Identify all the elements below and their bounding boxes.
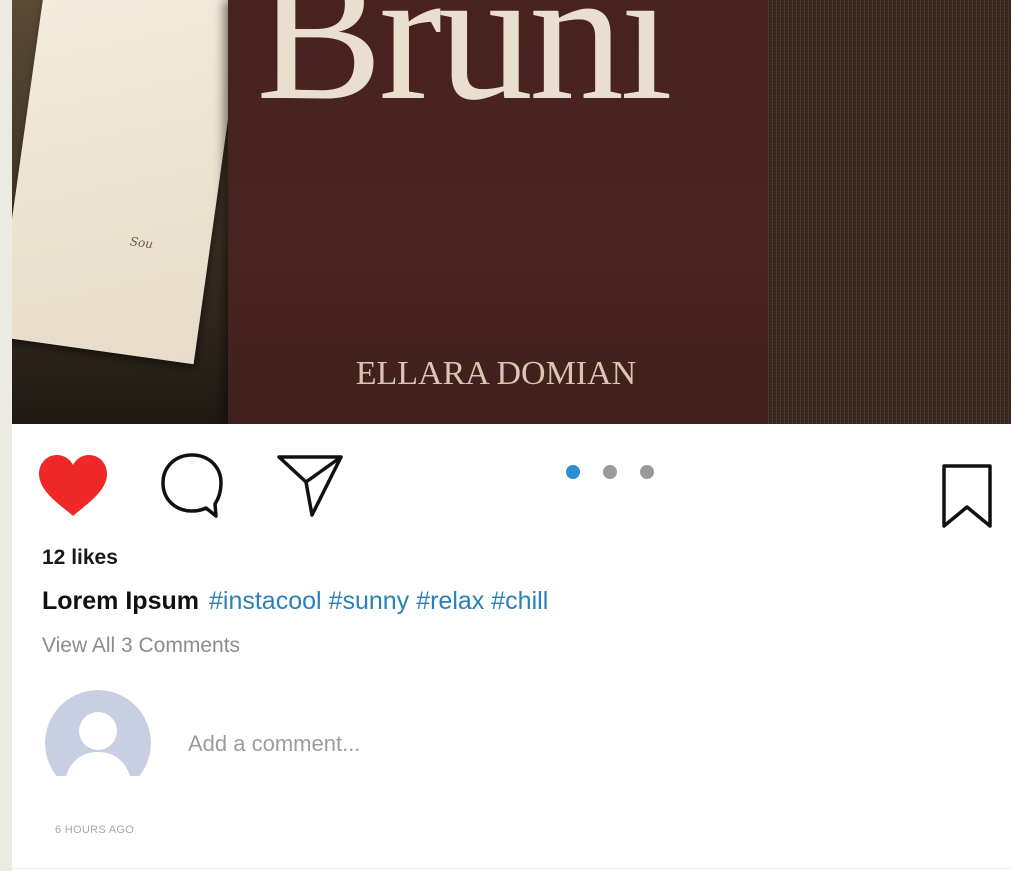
image-fabric	[768, 0, 1011, 424]
add-comment-input[interactable]	[188, 726, 788, 762]
avatar-silhouette	[45, 690, 151, 796]
carousel-dot-3[interactable]	[640, 465, 654, 479]
post-image[interactable]: Sou Bruni ELLARA DOMIAN	[12, 0, 1011, 424]
post-card: Sou Bruni ELLARA DOMIAN 12 likes Lorem I…	[12, 0, 1011, 871]
paper-plane-icon[interactable]	[276, 454, 344, 518]
caption-username[interactable]: Lorem Ipsum	[42, 587, 199, 615]
paper-note: Sou	[129, 234, 155, 252]
hashtag-link[interactable]: #chill	[491, 587, 548, 615]
speech-bubble-icon[interactable]	[160, 452, 224, 520]
post-timestamp: 6 HOURS AGO	[55, 824, 135, 836]
carousel-indicator	[566, 465, 656, 481]
image-book-cover: Bruni ELLARA DOMIAN	[228, 0, 768, 424]
caption: Lorem Ipsum #instacool #sunny #relax #chill	[42, 587, 555, 616]
bookmark-icon[interactable]	[940, 463, 994, 529]
hashtag-link[interactable]: #relax	[416, 587, 484, 615]
default-user-avatar-icon	[45, 690, 151, 796]
likes-count[interactable]: 12 likes	[42, 546, 118, 570]
book-author: ELLARA DOMIAN	[355, 355, 637, 392]
book-title: Bruni	[256, 0, 673, 140]
divider	[12, 868, 1011, 869]
carousel-dot-1[interactable]	[566, 465, 580, 479]
heart-filled-icon[interactable]	[38, 454, 108, 518]
hashtag-link[interactable]: #sunny	[329, 587, 410, 615]
carousel-dot-2[interactable]	[603, 465, 617, 479]
hashtag-link[interactable]: #instacool	[209, 587, 322, 615]
view-all-comments-link[interactable]: View All 3 Comments	[42, 634, 240, 658]
